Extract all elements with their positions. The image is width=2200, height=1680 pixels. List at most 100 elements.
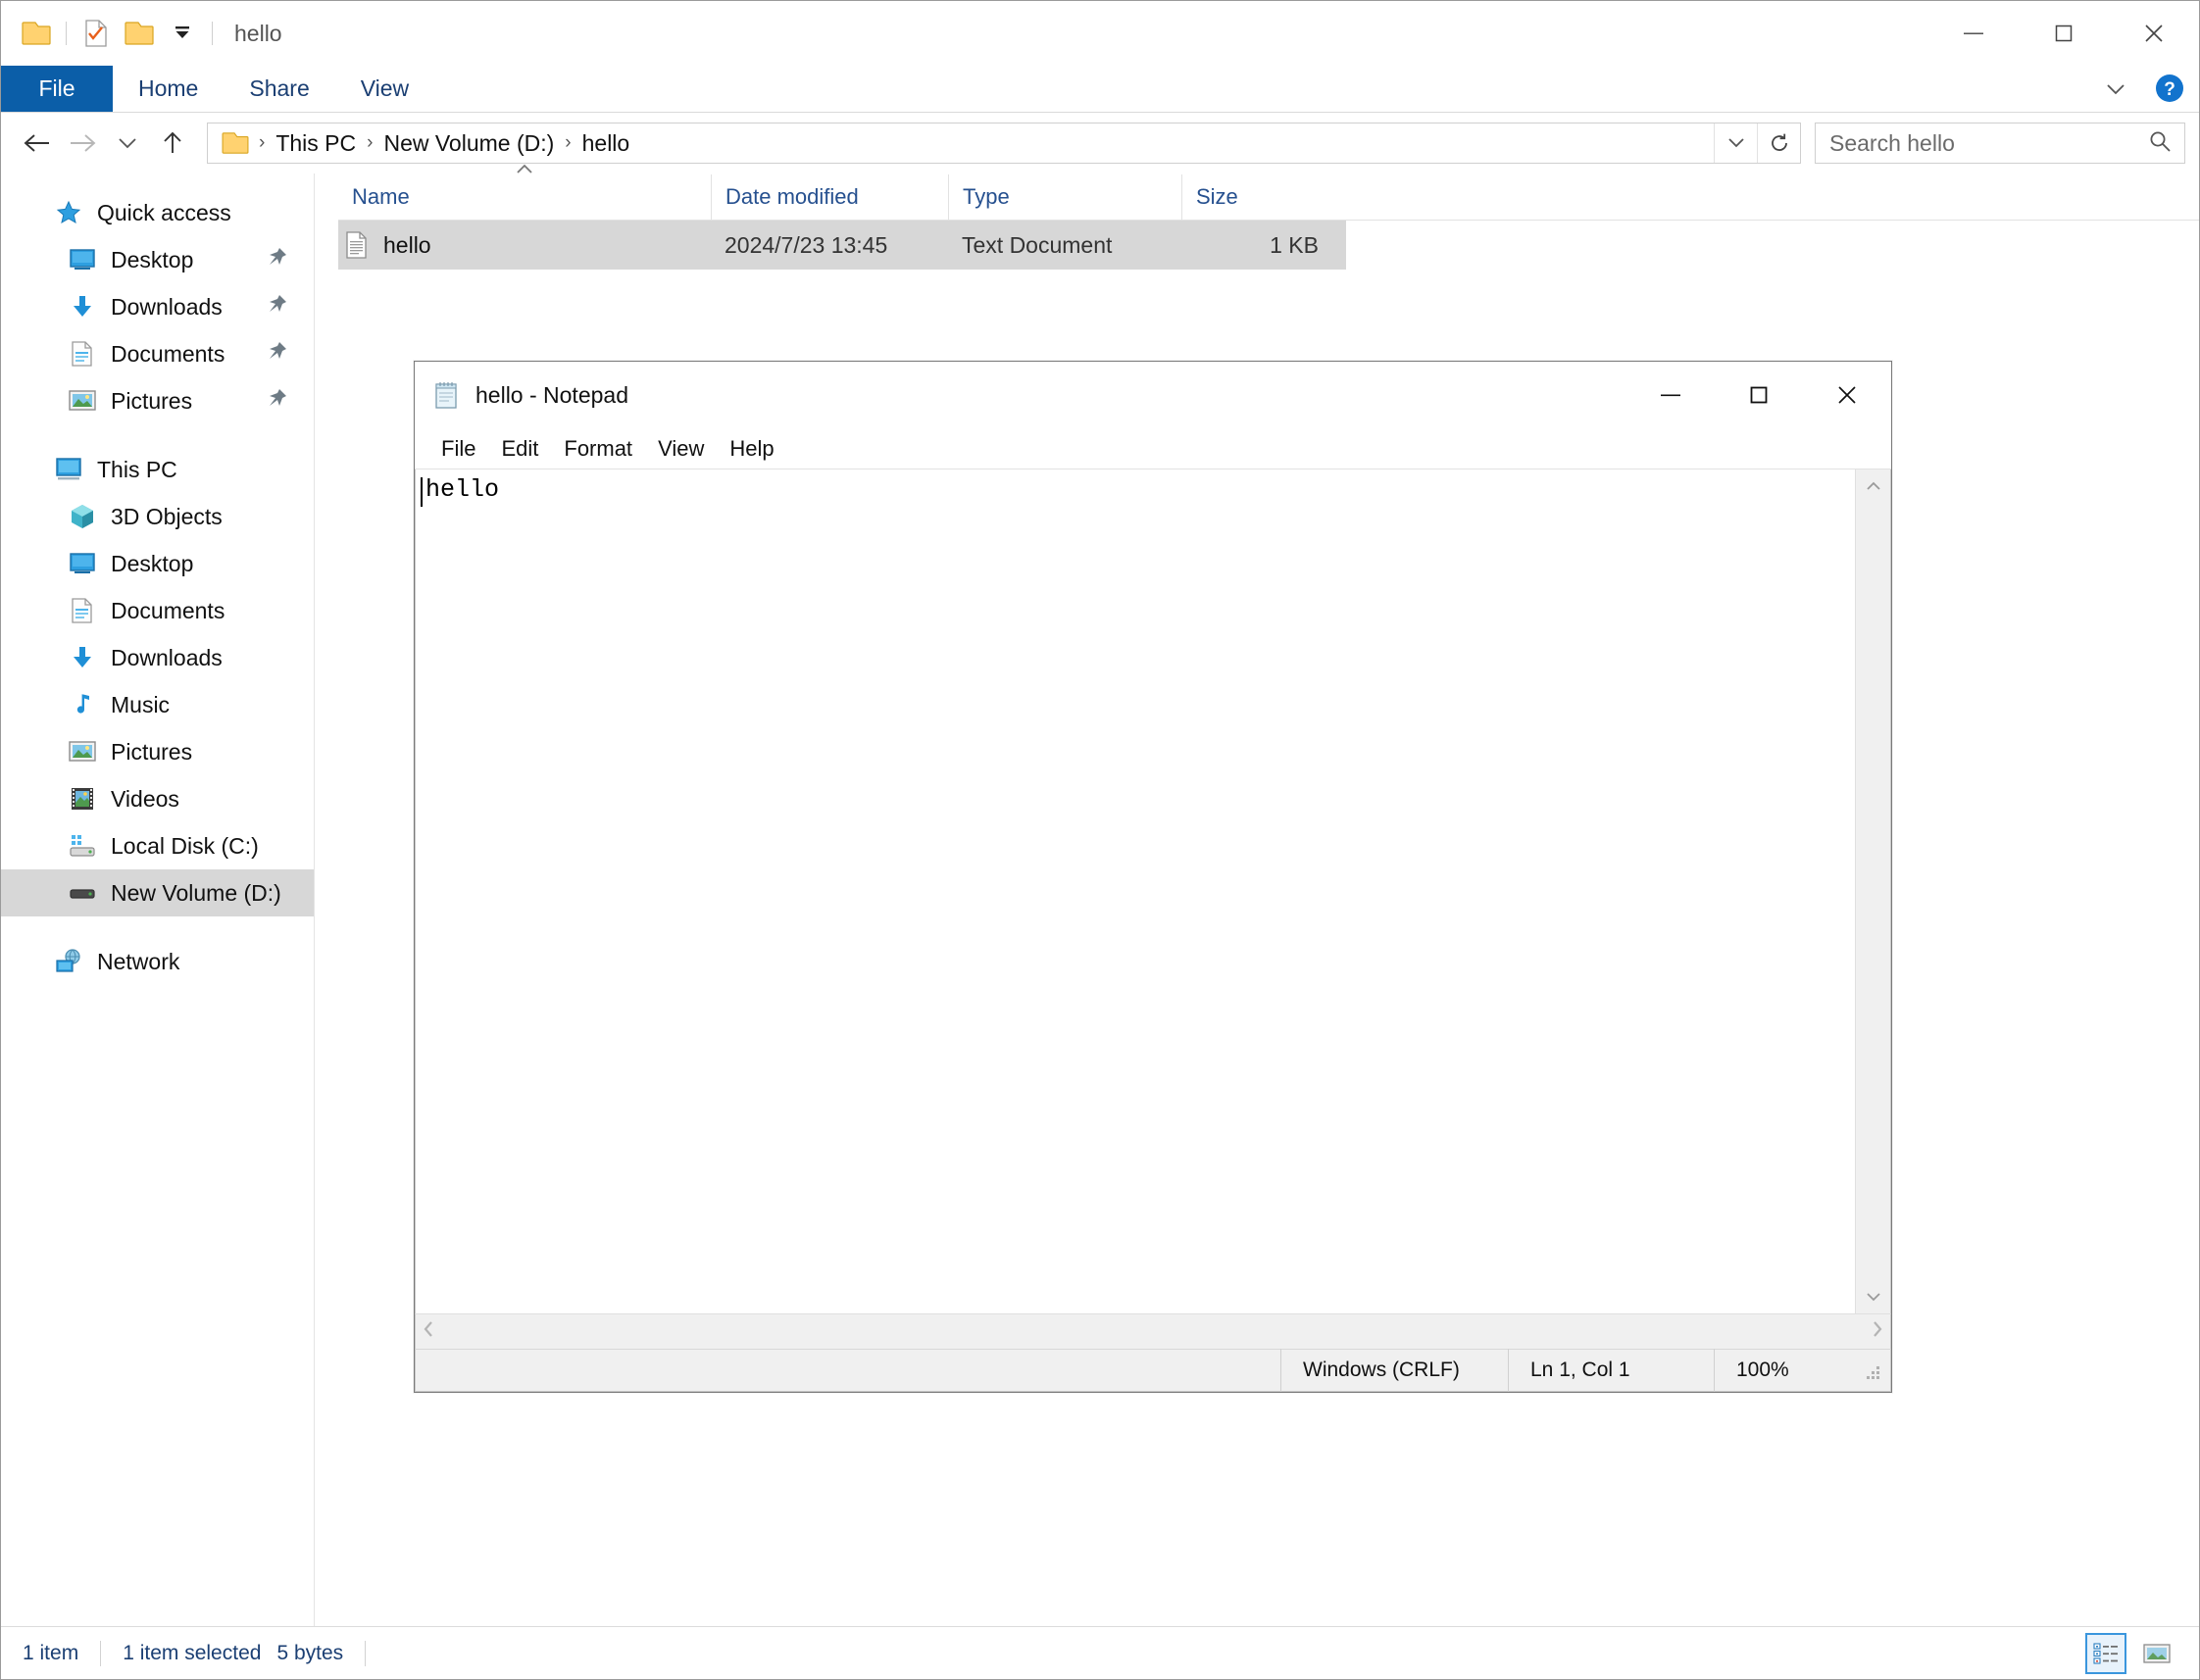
back-button[interactable] [15, 121, 60, 166]
large-icons-view-button[interactable] [2136, 1633, 2177, 1674]
sidebar-label: Desktop [111, 550, 194, 576]
tab-home[interactable]: Home [113, 66, 224, 112]
help-icon[interactable]: ? [2154, 73, 2187, 106]
address-bar-row: › This PC › New Volume (D:) › hello [1, 113, 2199, 173]
navigation-pane: Quick access Desktop Downloads Documents… [1, 173, 315, 1626]
column-header-type[interactable]: Type [948, 174, 1181, 220]
cell-date-modified: 2024/7/23 13:45 [725, 231, 888, 258]
search-box[interactable] [1815, 123, 2185, 164]
notepad-text-area[interactable]: hello [416, 469, 1855, 1313]
column-label: Date modified [725, 184, 859, 209]
sidebar-item-desktop[interactable]: Desktop [1, 540, 314, 587]
menu-file[interactable]: File [428, 431, 488, 467]
scroll-left-icon[interactable] [422, 1319, 435, 1344]
sidebar-item-pictures[interactable]: Pictures [1, 728, 314, 775]
horizontal-scrollbar[interactable] [415, 1313, 1891, 1349]
menu-help[interactable]: Help [717, 431, 786, 467]
sidebar-item-pictures-quick[interactable]: Pictures [1, 377, 314, 424]
up-button[interactable] [150, 121, 195, 166]
scroll-right-icon[interactable] [1871, 1319, 1884, 1344]
breadcrumb-separator-1: › [367, 132, 374, 153]
sidebar-item-downloads-quick[interactable]: Downloads [1, 283, 314, 330]
sidebar-item-network[interactable]: Network [1, 938, 314, 985]
sidebar-item-this-pc[interactable]: This PC [1, 446, 314, 493]
file-name: hello [383, 231, 431, 258]
pin-icon[interactable] [267, 387, 288, 415]
breadcrumb-new-volume-d[interactable]: New Volume (D:) [375, 130, 563, 157]
drive-icon [66, 876, 99, 910]
tab-file[interactable]: File [1, 66, 113, 112]
address-bar[interactable]: › This PC › New Volume (D:) › hello [207, 123, 1801, 164]
sidebar-item-music[interactable]: Music [1, 681, 314, 728]
customize-qat-icon[interactable] [161, 12, 204, 55]
sidebar-item-documents[interactable]: Documents [1, 587, 314, 634]
sort-ascending-caret-icon [512, 157, 537, 182]
status-divider-2 [365, 1640, 367, 1666]
notepad-maximize-button[interactable] [1715, 362, 1803, 428]
menu-edit[interactable]: Edit [488, 431, 551, 467]
column-header-date-modified[interactable]: Date modified [711, 174, 948, 220]
text-caret [421, 477, 423, 507]
pin-icon[interactable] [267, 340, 288, 368]
downloads-icon [66, 290, 99, 323]
menu-format[interactable]: Format [551, 431, 645, 467]
explorer-window-title: hello [234, 20, 282, 46]
this-pc-icon [52, 453, 85, 486]
sidebar-item-quick-access[interactable]: Quick access [1, 189, 314, 236]
tab-share[interactable]: Share [224, 66, 334, 112]
sidebar-item-documents-quick[interactable]: Documents [1, 330, 314, 377]
pin-icon[interactable] [267, 293, 288, 321]
recent-locations-button[interactable] [105, 121, 150, 166]
sidebar-label: Pictures [111, 738, 193, 765]
search-input[interactable] [1827, 128, 2147, 158]
forward-button[interactable] [60, 121, 105, 166]
table-row[interactable]: hello 2024/7/23 13:45 Text Document 1 KB [338, 221, 1346, 270]
sidebar-label: Quick access [97, 199, 231, 225]
refresh-icon[interactable] [1757, 124, 1800, 163]
column-label: Type [963, 184, 1010, 209]
sidebar-item-videos[interactable]: Videos [1, 775, 314, 822]
column-headers: Name Date modified Type Size [338, 164, 2199, 221]
resize-grip-icon[interactable] [1865, 1362, 1882, 1385]
tab-view[interactable]: View [335, 66, 434, 112]
explorer-minimize-button[interactable] [1928, 1, 2019, 66]
search-icon[interactable] [2147, 128, 2173, 159]
notepad-title-bar: hello - Notepad [415, 362, 1891, 428]
chevron-down-icon[interactable] [2099, 73, 2132, 106]
desktop-icon [66, 547, 99, 580]
details-view-button[interactable] [2085, 1633, 2126, 1674]
notepad-window-title: hello - Notepad [475, 381, 628, 408]
new-folder-check-icon[interactable] [75, 12, 118, 55]
sidebar-item-downloads[interactable]: Downloads [1, 634, 314, 681]
address-folder-icon [214, 122, 257, 165]
properties-folder-icon[interactable] [15, 12, 58, 55]
sidebar-item-local-disk-c[interactable]: Local Disk (C:) [1, 822, 314, 869]
system-drive-icon [66, 829, 99, 863]
scroll-up-icon[interactable] [1856, 469, 1890, 503]
cell-size: 1 KB [1270, 231, 1319, 258]
column-label: Size [1196, 184, 1238, 209]
breadcrumb-separator-0: › [259, 132, 266, 153]
sidebar-item-desktop-quick[interactable]: Desktop [1, 236, 314, 283]
status-divider-1 [100, 1640, 102, 1666]
breadcrumb-hello[interactable]: hello [574, 130, 639, 157]
explorer-maximize-button[interactable] [2019, 1, 2109, 66]
column-header-size[interactable]: Size [1181, 174, 1330, 220]
breadcrumb-this-pc[interactable]: This PC [267, 130, 365, 157]
downloads-icon [66, 641, 99, 674]
sidebar-item-3d-objects[interactable]: 3D Objects [1, 493, 314, 540]
vertical-scrollbar[interactable] [1855, 469, 1890, 1313]
notepad-minimize-button[interactable] [1626, 362, 1715, 428]
column-header-name[interactable]: Name [338, 164, 711, 220]
menu-view[interactable]: View [645, 431, 717, 467]
notepad-body: hello [415, 469, 1891, 1313]
explorer-close-button[interactable] [2109, 1, 2199, 66]
pin-icon[interactable] [267, 246, 288, 273]
folder-icon[interactable] [118, 12, 161, 55]
sidebar-label: Desktop [111, 246, 194, 272]
scroll-down-icon[interactable] [1856, 1280, 1890, 1313]
sidebar-group-gap-1 [1, 424, 314, 446]
sidebar-item-new-volume-d[interactable]: New Volume (D:) [1, 869, 314, 916]
address-dropdown-icon[interactable] [1714, 124, 1757, 163]
notepad-close-button[interactable] [1803, 362, 1891, 428]
